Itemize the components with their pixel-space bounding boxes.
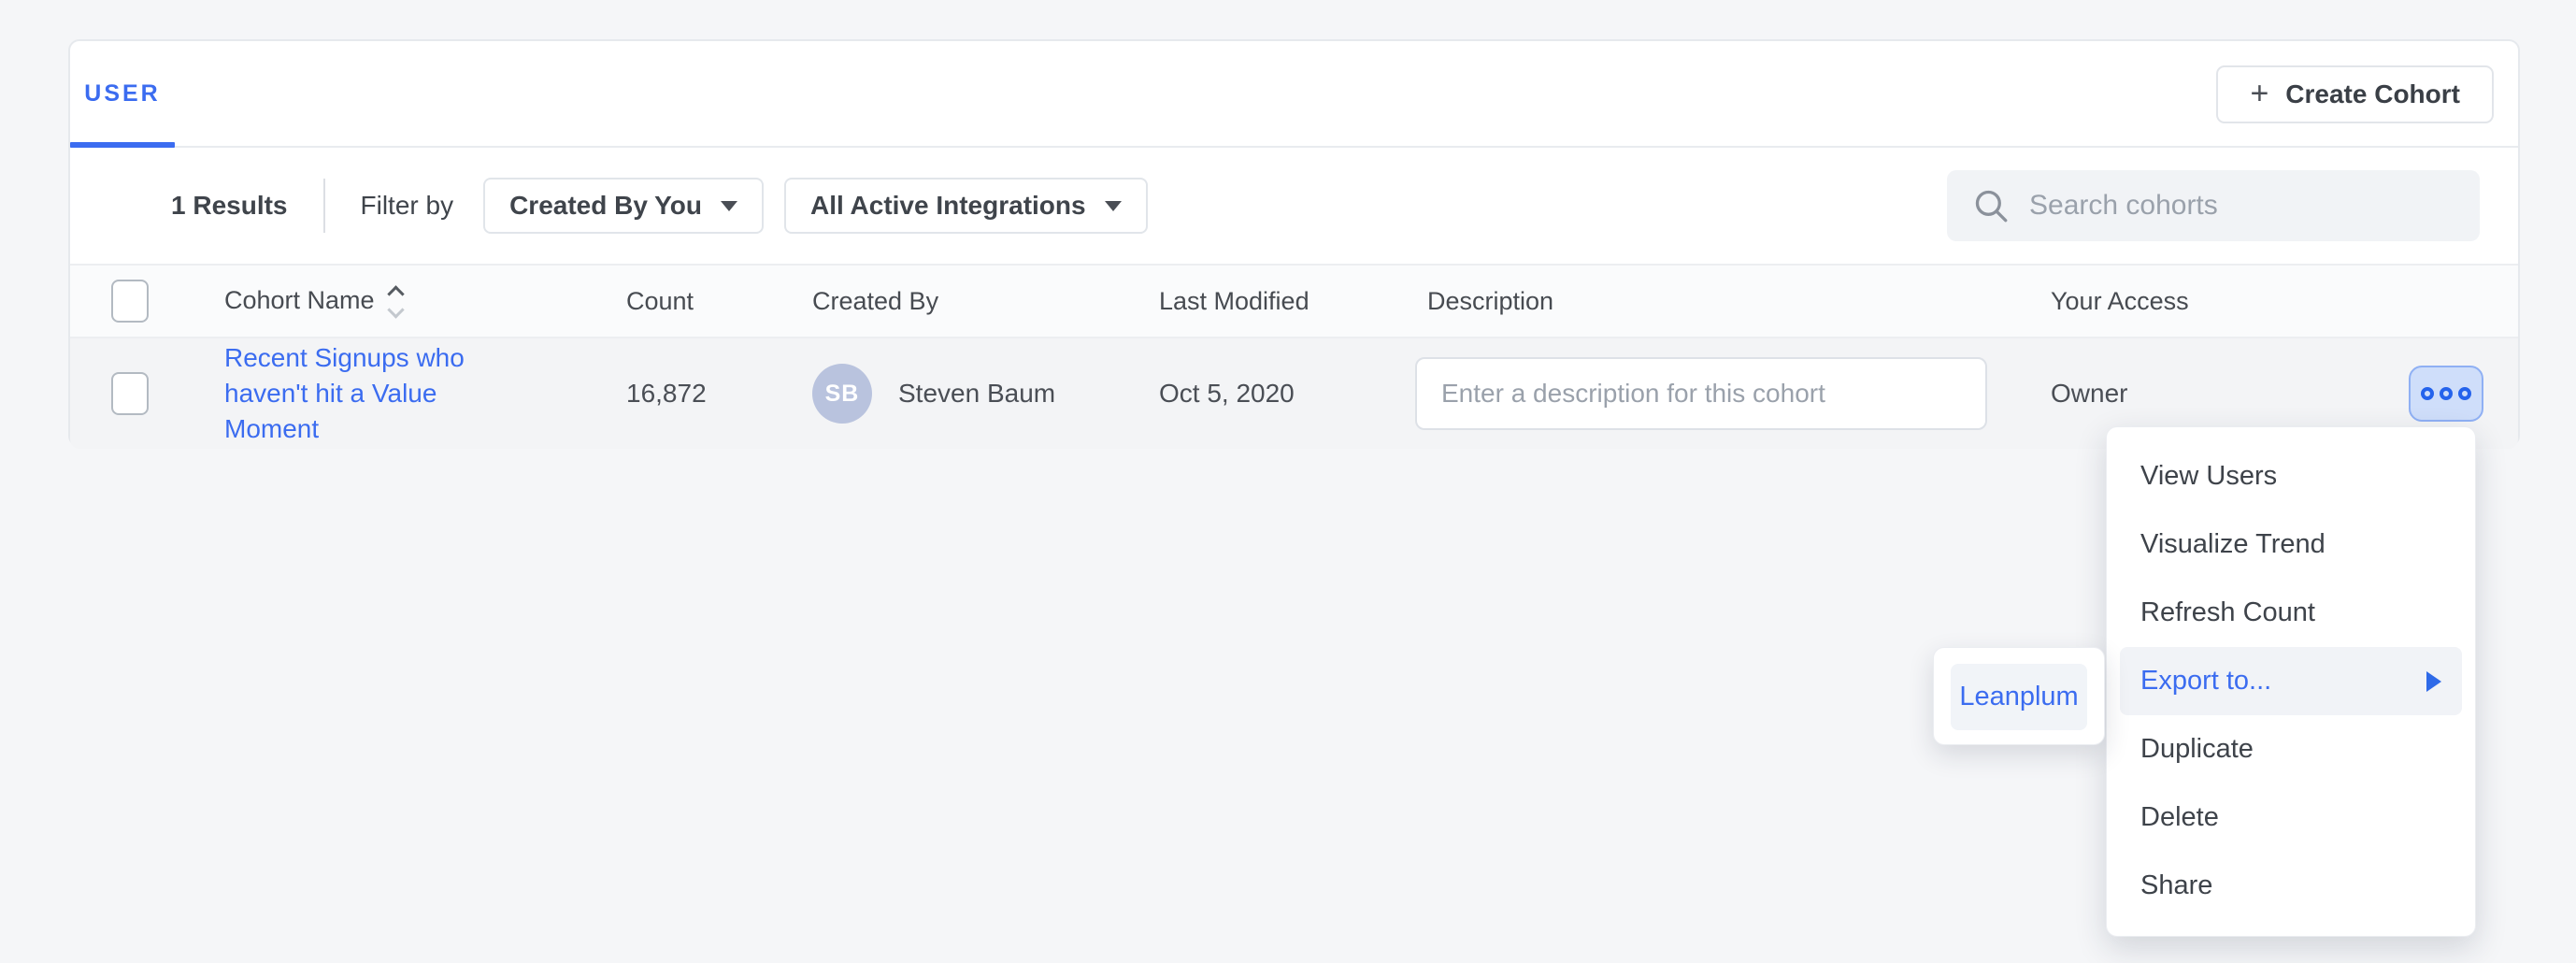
chevron-down-icon [721,201,737,211]
menu-item-share[interactable]: Share [2107,852,2475,920]
tab-user[interactable]: USER [70,41,175,146]
results-count: 1 Results [171,191,288,221]
row-access: Owner [2051,379,2409,409]
header-cohort-name[interactable]: Cohort Name [224,286,626,316]
header-description-label: Description [1415,287,1553,315]
export-to-label: Export to... [2140,666,2271,697]
created-by-dropdown[interactable]: Created By You [483,178,764,234]
menu-item-view-users[interactable]: View Users [2107,442,2475,510]
more-dot-icon [2440,387,2453,400]
header-count: Count [626,287,812,316]
integrations-dropdown-label: All Active Integrations [810,191,1086,221]
row-last-modified: Oct 5, 2020 [1159,379,1415,409]
table-header: Cohort Name Count Created By Last Modifi… [70,266,2518,338]
more-actions-button[interactable] [2409,366,2483,422]
search-icon [1971,186,2011,225]
filter-by-label: Filter by [361,191,454,221]
more-dot-icon [2458,387,2471,400]
header-created-by: Created By [812,287,1159,316]
create-cohort-label: Create Cohort [2285,79,2460,109]
sort-icon[interactable] [390,288,402,316]
row-created-by-cell: SB Steven Baum [812,364,1159,424]
more-dot-icon [2421,387,2434,400]
search-box[interactable] [1947,170,2480,241]
sort-desc-arrow [387,301,404,318]
submenu-arrow-icon [2426,671,2441,692]
header-cohort-name-label: Cohort Name [224,286,375,314]
menu-item-refresh-count[interactable]: Refresh Count [2107,579,2475,647]
divider [323,179,325,233]
row-checkbox[interactable] [111,372,149,415]
sort-asc-arrow [387,285,404,302]
row-actions-menu: View Users Visualize Trend Refresh Count… [2106,426,2476,937]
chevron-down-icon [1105,201,1122,211]
description-input[interactable] [1415,357,1987,430]
integrations-dropdown[interactable]: All Active Integrations [784,178,1148,234]
row-cohort-name-cell: Recent Signups who haven't hit a Value M… [224,340,626,447]
menu-item-export-to[interactable]: Export to... [2120,647,2462,715]
row-actions-cell [2409,366,2518,422]
menu-item-duplicate[interactable]: Duplicate [2107,715,2475,783]
header-last-modified: Last Modified [1159,287,1415,316]
filter-bar: 1 Results Filter by Created By You All A… [70,148,2518,266]
row-description-cell [1415,357,2051,430]
plus-icon: + [2250,78,2268,109]
menu-item-delete[interactable]: Delete [2107,783,2475,852]
menu-item-visualize-trend[interactable]: Visualize Trend [2107,510,2475,579]
created-by-name: Steven Baum [898,379,1055,409]
header-your-access: Your Access [2051,287,2409,316]
cohort-name-link[interactable]: Recent Signups who haven't hit a Value M… [224,340,491,447]
cohorts-panel: USER + Create Cohort 1 Results Filter by… [68,39,2520,447]
search-input[interactable] [2029,190,2455,222]
row-count: 16,872 [626,379,812,409]
submenu-item-leanplum[interactable]: Leanplum [1951,664,2087,730]
created-by-dropdown-label: Created By You [509,191,702,221]
export-submenu: Leanplum [1933,647,2105,745]
header-description: Description [1415,287,2051,316]
row-checkbox-cell [70,372,224,415]
tab-bar: USER + Create Cohort [70,41,2518,148]
header-checkbox-cell [70,280,224,323]
select-all-checkbox[interactable] [111,280,149,323]
create-cohort-button[interactable]: + Create Cohort [2216,65,2494,123]
avatar: SB [812,364,872,424]
